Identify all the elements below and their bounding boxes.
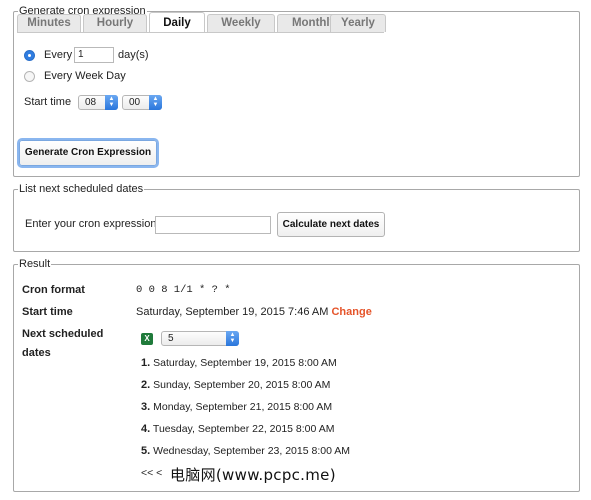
tab-minutes[interactable]: Minutes [17, 14, 81, 32]
start-time-result-label: Start time [22, 306, 73, 318]
start-time-label: Start time [24, 96, 72, 108]
chevron-updown-icon: ▲ ▼ [149, 95, 162, 110]
generate-cron-button[interactable]: Generate Cron Expression [19, 140, 157, 166]
start-time-text: Saturday, September 19, 2015 7:46 AM [136, 306, 329, 318]
change-link[interactable]: Change [331, 306, 371, 318]
days-suffix: day(s) [118, 49, 149, 61]
next-dates-label-line2: dates [22, 347, 51, 359]
cron-expression-input[interactable] [155, 216, 271, 234]
cron-format-label: Cron format [22, 284, 85, 296]
date-count-value: 5 [168, 333, 174, 344]
calculate-dates-button[interactable]: Calculate next dates [277, 212, 385, 237]
date-number: 1. [141, 357, 151, 369]
date-text: Monday, September 21, 2015 8:00 AM [153, 401, 333, 413]
tabs-divider [17, 32, 384, 33]
chevron-updown-icon: ▲ ▼ [226, 331, 239, 346]
start-time-result-value: Saturday, September 19, 2015 7:46 AM Cha… [136, 306, 372, 318]
every-n-days-radio[interactable] [24, 50, 35, 61]
tab-hourly[interactable]: Hourly [83, 14, 147, 32]
every-week-day-radio[interactable] [24, 71, 35, 82]
result-legend: Result [19, 258, 51, 270]
hour-select[interactable]: 08 ▲ ▼ [78, 95, 118, 110]
pager-prev-links[interactable]: << < [141, 467, 162, 479]
every-days-input[interactable]: 1 [74, 47, 114, 63]
date-text: Wednesday, September 23, 2015 8:00 AM [153, 445, 351, 457]
tab-yearly[interactable]: Yearly [330, 14, 386, 32]
date-list-item: 5. Wednesday, September 23, 2015 8:00 AM [141, 445, 350, 457]
tab-weekly[interactable]: Weekly [207, 14, 275, 32]
date-number: 3. [141, 401, 151, 413]
date-text: Saturday, September 19, 2015 8:00 AM [153, 357, 337, 369]
date-list-item: 3. Monday, September 21, 2015 8:00 AM [141, 401, 332, 413]
list-dates-legend: List next scheduled dates [19, 183, 144, 195]
date-text: Tuesday, September 22, 2015 8:00 AM [152, 423, 335, 435]
date-text: Sunday, September 20, 2015 8:00 AM [153, 379, 331, 391]
next-dates-label-line1: Next scheduled [22, 328, 104, 340]
date-list-item: 4. Tuesday, September 22, 2015 8:00 AM [141, 423, 334, 435]
date-list-item: 2. Sunday, September 20, 2015 8:00 AM [141, 379, 330, 391]
every-week-day-label: Every Week Day [44, 70, 126, 82]
cron-input-prompt: Enter your cron expression [25, 218, 157, 230]
excel-export-icon[interactable]: X [141, 333, 153, 345]
date-count-select[interactable]: 5 ▲ ▼ [161, 331, 239, 346]
date-number: 2. [141, 379, 151, 391]
chevron-updown-icon: ▲ ▼ [105, 95, 118, 110]
every-label: Every [44, 49, 73, 61]
watermark-text: 电脑网(www.pcpc.me) [170, 466, 336, 484]
hour-value: 08 [85, 97, 97, 108]
date-number: 4. [141, 423, 151, 435]
minute-value: 00 [129, 97, 141, 108]
cron-format-value: 0 0 8 1/1 * ? * [136, 284, 231, 296]
minute-select[interactable]: 00 ▲ ▼ [122, 95, 162, 110]
tab-daily[interactable]: Daily [149, 12, 205, 33]
date-number: 5. [141, 445, 151, 457]
date-list-item: 1. Saturday, September 19, 2015 8:00 AM [141, 357, 337, 369]
